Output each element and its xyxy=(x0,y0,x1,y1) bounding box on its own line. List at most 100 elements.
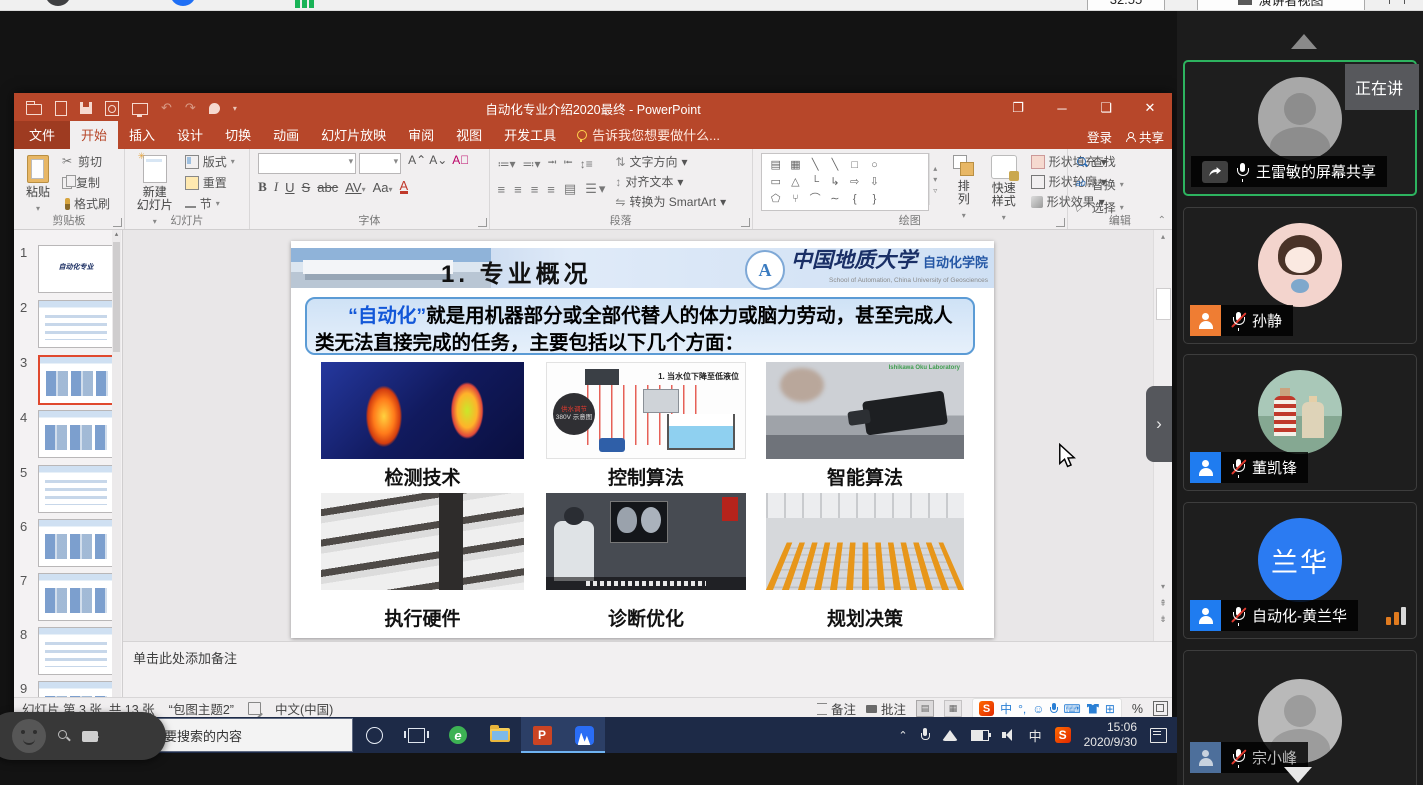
tab-insert[interactable]: 插入 xyxy=(118,121,166,149)
font-dialog-launcher[interactable] xyxy=(478,218,487,227)
replace-button[interactable]: 替换 ▾ xyxy=(1076,176,1124,193)
font-color-button[interactable]: A xyxy=(400,180,409,194)
participant-tile[interactable]: 宗小峰 xyxy=(1183,650,1417,785)
scrollbar-thumb[interactable] xyxy=(1156,288,1171,320)
font-name-combo[interactable] xyxy=(258,153,356,174)
columns-button[interactable]: ▤ xyxy=(564,181,578,197)
tab-file[interactable]: 文件 xyxy=(14,121,70,149)
soft-keyboard-icon[interactable]: ⌨ xyxy=(1063,702,1080,716)
scroll-participants-up-icon[interactable] xyxy=(1291,34,1317,49)
char-spacing-button[interactable]: AV▾ xyxy=(345,180,365,195)
sogou-ime-toolbar[interactable]: S 中 °, ☺ ⌨ ⊞ xyxy=(972,698,1122,719)
skin-icon[interactable] xyxy=(1087,704,1099,714)
previous-slide-button[interactable]: ⇞ xyxy=(1154,598,1172,609)
next-slide-button[interactable]: ⇟ xyxy=(1154,614,1172,625)
scroll-up-icon[interactable]: ▴ xyxy=(1154,232,1172,241)
slide-thumbnail-3-selected[interactable]: 3 xyxy=(14,353,118,403)
slide-sorter-view-button[interactable]: ▦ xyxy=(944,700,962,717)
speaker-view-button[interactable]: 演讲者视图 xyxy=(1197,0,1365,11)
spellcheck-icon[interactable] xyxy=(248,702,261,715)
drawing-dialog-launcher[interactable] xyxy=(1056,218,1065,227)
scroll-participants-down-icon[interactable] xyxy=(1284,767,1312,783)
tray-microphone-icon[interactable] xyxy=(921,728,929,742)
section-button[interactable]: 节 ▾ xyxy=(185,195,235,212)
slide-thumbnail-7[interactable]: 7 xyxy=(14,571,118,621)
underline-button[interactable]: U xyxy=(285,180,294,195)
shapes-gallery[interactable]: ▤▦╲╲□○ ▭△└↳⇨⇩ ⬠⑂⌒∼{} xyxy=(761,153,929,211)
qat-dropdown-icon[interactable]: ▾ xyxy=(233,104,237,113)
slide-thumbnail-8[interactable]: 8 xyxy=(14,625,118,675)
ribbon-display-options-button[interactable]: ❐ xyxy=(996,93,1040,123)
font-size-combo[interactable] xyxy=(359,153,401,174)
sogou-tray-icon[interactable]: S xyxy=(1055,727,1071,743)
bullets-button[interactable]: ≔▾ xyxy=(498,157,516,171)
tell-me-box[interactable]: 告诉我您想要做什么... xyxy=(567,121,730,149)
align-text-button[interactable]: ↕对齐文本▾ xyxy=(615,173,726,190)
notes-toggle-button[interactable]: 备注 xyxy=(817,699,856,718)
print-preview-icon[interactable] xyxy=(105,101,119,116)
clock[interactable]: 15:062020/9/30 xyxy=(1084,720,1137,750)
clear-format-button[interactable]: A⃠ xyxy=(452,153,469,174)
comments-toggle-button[interactable]: 批注 xyxy=(866,699,906,718)
align-left-button[interactable]: ≡ xyxy=(498,182,508,197)
sign-in-link[interactable]: 登录 xyxy=(1087,127,1112,146)
language-indicator[interactable]: 中文(中国) xyxy=(275,699,333,718)
task-view-button[interactable] xyxy=(395,717,437,753)
open-icon[interactable] xyxy=(26,104,42,115)
decrease-indent-button[interactable]: ⭲ xyxy=(548,153,557,174)
ime-mode-icon[interactable]: 中 xyxy=(1000,700,1012,717)
meeting-floating-bar[interactable] xyxy=(0,712,166,760)
slide-thumbnail-5[interactable]: 5 xyxy=(14,463,118,513)
tab-slideshow[interactable]: 幻灯片放映 xyxy=(310,121,397,149)
thumbnail-scroll-up-icon[interactable]: ▴ xyxy=(112,230,121,240)
fit-slide-to-window-icon[interactable] xyxy=(1153,701,1168,716)
meeting-info-icon[interactable] xyxy=(170,0,196,6)
punctuation-icon[interactable]: °, xyxy=(1018,702,1026,716)
paragraph-dialog-launcher[interactable] xyxy=(741,218,750,227)
find-button[interactable]: 查找 xyxy=(1076,153,1124,170)
slide-thumbnail-9[interactable]: 9 xyxy=(14,679,118,697)
browser-button[interactable]: e xyxy=(437,717,479,753)
hidden-icons-chevron[interactable]: ⌃ xyxy=(898,729,907,742)
scroll-down-icon[interactable]: ▾ xyxy=(1154,582,1172,591)
shadow-button[interactable]: S xyxy=(302,180,311,195)
save-icon[interactable] xyxy=(80,102,92,114)
tab-transitions[interactable]: 切换 xyxy=(214,121,262,149)
slide-thumbnail-6[interactable]: 6 xyxy=(14,517,118,567)
tab-animations[interactable]: 动画 xyxy=(262,121,310,149)
slide-thumbnail-4[interactable]: 4 xyxy=(14,408,118,458)
copy-button[interactable]: 复制 xyxy=(62,174,110,191)
volume-icon[interactable] xyxy=(1002,729,1016,741)
cortana-button[interactable] xyxy=(353,717,395,753)
voice-input-icon[interactable] xyxy=(1050,703,1057,715)
align-center-button[interactable]: ≡ xyxy=(514,182,524,197)
participant-tile[interactable]: 兰华 自动化-黄兰华 xyxy=(1183,502,1417,639)
wifi-icon[interactable] xyxy=(942,730,958,741)
numbering-button[interactable]: ≕▾ xyxy=(523,157,541,171)
fullscreen-button[interactable] xyxy=(1383,0,1411,10)
shrink-font-button[interactable]: A⌄ xyxy=(429,153,447,174)
normal-view-button[interactable]: ▤ xyxy=(916,700,934,717)
minimize-button[interactable]: ─ xyxy=(1040,93,1084,123)
restore-button[interactable]: ❏ xyxy=(1084,93,1128,123)
distribute-button[interactable]: ☰▾ xyxy=(585,181,607,197)
tab-design[interactable]: 设计 xyxy=(166,121,214,149)
tab-view[interactable]: 视图 xyxy=(445,121,493,149)
action-center-icon[interactable] xyxy=(1150,728,1167,743)
meeting-app-taskbar-button[interactable] xyxy=(563,717,605,753)
increase-indent-button[interactable]: ⭰ xyxy=(564,153,573,174)
tab-developer[interactable]: 开发工具 xyxy=(493,121,567,149)
participant-tile-screen-share[interactable]: 正在讲 王雷敏的屏幕共享 xyxy=(1183,60,1417,196)
share-button[interactable]: 共享 xyxy=(1126,127,1164,146)
slide-thumbnail-1[interactable]: 1 自动化专业 xyxy=(14,243,118,293)
slide-canvas[interactable]: 1. 专业概况 A 中国地质大学 自动化学院 School of Automa xyxy=(291,241,994,638)
justify-button[interactable]: ≡ xyxy=(547,182,557,197)
undo-icon[interactable]: ↶ xyxy=(161,103,172,113)
redo-icon[interactable]: ↷ xyxy=(185,103,196,113)
zoom-percent[interactable]: % xyxy=(1132,702,1143,716)
meeting-help-icon[interactable] xyxy=(45,0,71,6)
toolbox-icon[interactable]: ⊞ xyxy=(1105,702,1115,716)
collapse-ribbon-button[interactable]: ⌃ xyxy=(1158,215,1166,226)
paste-button[interactable]: 粘贴▾ xyxy=(22,153,54,217)
slide-thumbnail-2[interactable]: 2 xyxy=(14,298,118,348)
